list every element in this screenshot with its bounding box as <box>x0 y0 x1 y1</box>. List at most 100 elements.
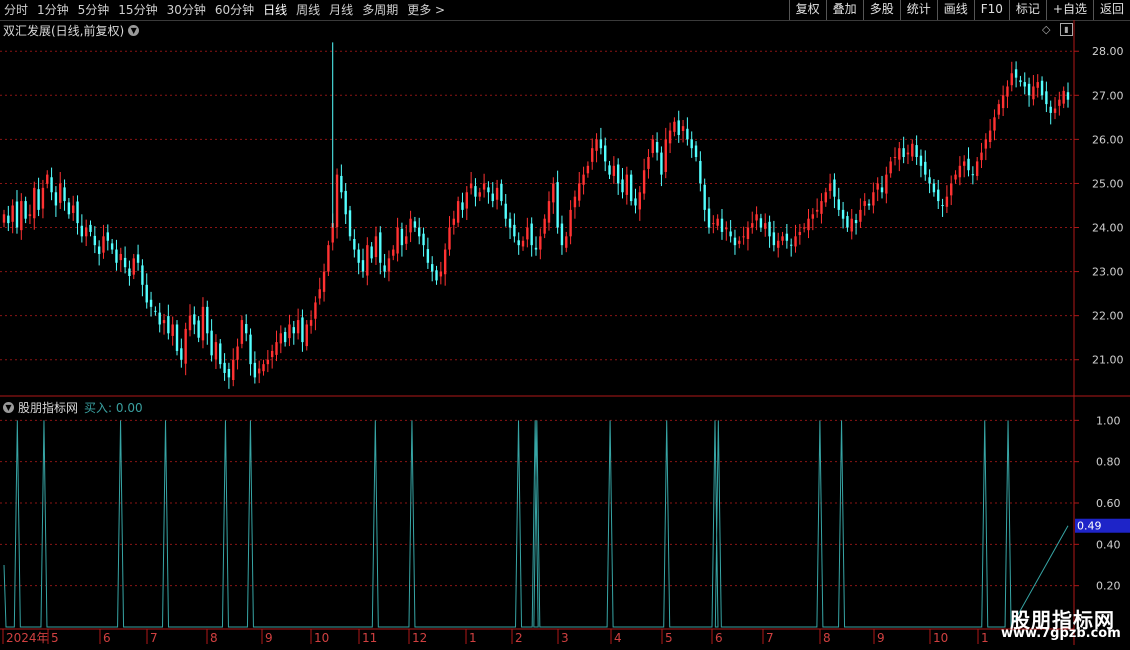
candle-body <box>980 152 983 161</box>
candle-body <box>911 143 914 157</box>
candle-body <box>236 346 239 360</box>
indicator-tick-label: 0.20 <box>1096 580 1121 593</box>
candle-body <box>54 192 58 206</box>
candle-body <box>452 218 456 225</box>
candle-body <box>418 227 421 237</box>
candle-body <box>513 224 516 237</box>
price-tick-label: 27.00 <box>1092 89 1124 102</box>
candle-body <box>245 324 248 334</box>
candle-body <box>772 232 776 246</box>
candle-body <box>725 227 728 230</box>
indicator-tick-label: 1.00 <box>1096 414 1121 427</box>
candle-body <box>110 243 114 250</box>
candle-body <box>500 183 503 202</box>
candle-body <box>673 121 676 132</box>
candle-body <box>552 183 555 203</box>
candle-body <box>456 201 460 223</box>
candle-body <box>863 201 866 206</box>
time-tick-label: 1 <box>469 631 477 645</box>
candle-body <box>785 233 789 241</box>
candle-body <box>11 205 14 222</box>
candle-body <box>967 158 970 171</box>
candle-body <box>210 330 213 356</box>
candle-body <box>997 104 1000 115</box>
candle-body <box>366 245 369 276</box>
candle-body <box>474 186 477 197</box>
candle-body <box>971 174 975 176</box>
candle-body <box>984 139 988 149</box>
candle-body <box>15 201 19 228</box>
candle-body <box>811 214 815 219</box>
candle-body <box>655 142 659 153</box>
candle-body <box>764 223 767 229</box>
candle-body <box>850 218 853 232</box>
candle-body <box>1049 106 1052 113</box>
candle-body <box>950 183 953 196</box>
candle-body <box>1001 95 1005 109</box>
candle-body <box>699 160 702 184</box>
candle-body <box>1019 80 1022 83</box>
time-tick-label: 8 <box>823 631 831 645</box>
candle-body <box>357 249 360 263</box>
candle-body <box>534 247 538 250</box>
candle-body <box>880 187 884 193</box>
candle-body <box>906 152 910 155</box>
candle-body <box>530 223 533 246</box>
candle-body <box>257 368 261 374</box>
candle-body <box>885 174 888 194</box>
candle-body <box>958 165 962 178</box>
candle-body <box>102 236 105 253</box>
candle-body <box>703 184 706 210</box>
candle-body <box>67 202 71 215</box>
candle-body <box>712 223 715 225</box>
candle-body <box>504 203 507 219</box>
candle-body <box>508 218 512 228</box>
candle-body <box>526 227 529 240</box>
candle-body <box>162 320 166 324</box>
candle-body <box>569 209 572 237</box>
candle-body <box>370 246 373 259</box>
candle-body <box>33 187 36 219</box>
price-tick-label: 22.00 <box>1092 310 1124 323</box>
chart-canvas[interactable]: 28.0027.0026.0025.0024.0023.0022.0021.00… <box>0 0 1130 650</box>
candle-body <box>893 157 897 158</box>
candle-body <box>794 236 797 247</box>
candle-body <box>798 231 802 236</box>
candle-body <box>824 192 827 203</box>
candle-body <box>539 236 542 250</box>
candle-body <box>167 316 170 334</box>
candle-body <box>435 270 438 281</box>
time-tick-label: 4 <box>614 631 622 645</box>
candle-body <box>668 130 672 144</box>
candle-body <box>621 179 624 193</box>
candle-body <box>1010 73 1013 86</box>
candle-body <box>361 260 365 272</box>
candle-body <box>41 187 45 209</box>
time-tick-label: 10 <box>314 631 329 645</box>
candle-body <box>249 334 252 365</box>
time-tick-label: 12 <box>412 631 427 645</box>
candle-body <box>37 189 40 210</box>
candle-body <box>777 240 780 248</box>
candle-body <box>188 315 192 331</box>
candle-body <box>405 236 408 244</box>
candle-body <box>72 205 75 213</box>
candle-body <box>720 218 724 232</box>
candle-body <box>833 179 836 197</box>
candle-body <box>478 192 481 197</box>
candle-body <box>651 139 654 154</box>
candle-body <box>1006 86 1009 97</box>
candle-body <box>841 209 845 219</box>
candle-body <box>543 218 546 234</box>
candle-body <box>846 216 849 228</box>
candle-body <box>1045 91 1048 105</box>
candle-body <box>227 368 231 378</box>
candle-body <box>664 139 667 172</box>
candle-body <box>262 364 265 372</box>
candle-body <box>275 342 278 355</box>
candle-body <box>898 148 901 160</box>
candle-body <box>781 236 784 241</box>
candle-body <box>132 258 135 275</box>
time-tick-label: 5 <box>665 631 673 645</box>
candle-body <box>802 227 806 229</box>
